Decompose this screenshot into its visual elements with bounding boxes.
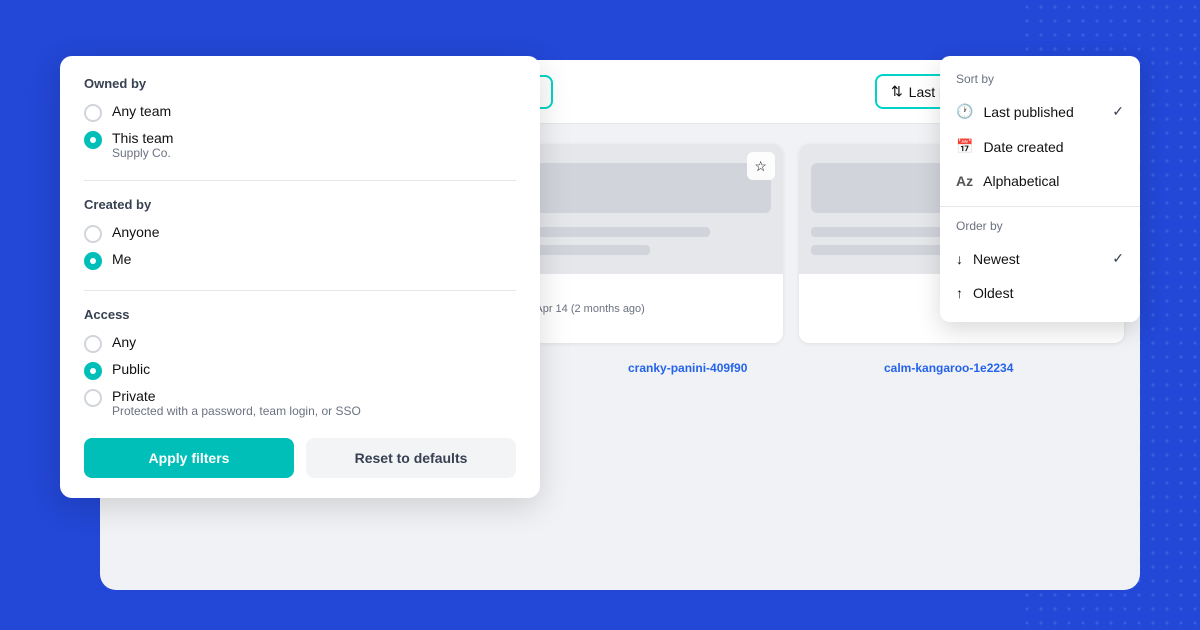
access-private-sublabel: Protected with a password, team login, o… [112, 404, 361, 418]
access-public-radio[interactable] [84, 362, 102, 380]
access-any-radio[interactable] [84, 335, 102, 353]
sort-desc-icon: ↓ [956, 251, 963, 267]
filter-panel: Owned by Any team This team Supply Co. C… [60, 56, 540, 498]
access-section: Access Any Public Private Protected with… [84, 307, 516, 418]
bottom-card-4: calm-kangaroo-1e2234 [884, 355, 1124, 381]
check-icon: ✓ [1112, 103, 1124, 120]
order-newest-item[interactable]: ↓ Newest ✓ [940, 241, 1140, 276]
me-radio[interactable] [84, 252, 102, 270]
me-label: Me [112, 251, 131, 267]
divider-2 [84, 290, 516, 291]
access-any-option[interactable]: Any [84, 334, 516, 353]
access-private-group: Private Protected with a password, team … [112, 388, 361, 418]
reset-defaults-button[interactable]: Reset to defaults [306, 438, 516, 478]
sort-date-created-label: Date created [983, 139, 1063, 155]
star-button-2[interactable]: ☆ [747, 152, 775, 180]
access-any-label: Any [112, 334, 136, 350]
order-oldest-label: Oldest [973, 285, 1013, 301]
access-private-radio[interactable] [84, 389, 102, 407]
anyone-radio[interactable] [84, 225, 102, 243]
access-public-option[interactable]: Public [84, 361, 516, 380]
this-team-sublabel: Supply Co. [112, 146, 173, 160]
anyone-label: Anyone [112, 224, 159, 240]
sort-last-published-item[interactable]: 🕐 Last published ✓ [940, 94, 1140, 129]
created-by-title: Created by [84, 197, 516, 212]
any-team-radio[interactable] [84, 104, 102, 122]
newest-check-icon: ✓ [1112, 250, 1124, 267]
apply-filters-button[interactable]: Apply filters [84, 438, 294, 478]
bottom-card-3: cranky-panini-409f90 [628, 355, 868, 381]
divider-1 [84, 180, 516, 181]
this-team-label-group: This team Supply Co. [112, 130, 173, 160]
bottom-card-3-title[interactable]: cranky-panini-409f90 [628, 355, 868, 381]
sort-alphabetical-item[interactable]: Az Alphabetical [940, 164, 1140, 198]
sort-asc-icon: ↑ [956, 285, 963, 301]
this-team-option[interactable]: This team Supply Co. [84, 130, 516, 160]
owned-by-section: Owned by Any team This team Supply Co. [84, 76, 516, 160]
sort-alphabetical-label: Alphabetical [983, 173, 1059, 189]
dropdown-divider [940, 206, 1140, 207]
order-newest-label: Newest [973, 251, 1020, 267]
anyone-option[interactable]: Anyone [84, 224, 516, 243]
this-team-radio[interactable] [84, 131, 102, 149]
order-oldest-item[interactable]: ↑ Oldest [940, 276, 1140, 310]
bottom-card-4-title[interactable]: calm-kangaroo-1e2234 [884, 355, 1124, 381]
calendar-icon: 📅 [956, 138, 973, 155]
sort-date-created-item[interactable]: 📅 Date created [940, 129, 1140, 164]
clock-icon: 🕐 [956, 103, 973, 120]
az-icon: Az [956, 173, 973, 189]
any-team-label: Any team [112, 103, 171, 119]
access-private-option[interactable]: Private Protected with a password, team … [84, 388, 516, 418]
me-option[interactable]: Me [84, 251, 516, 270]
filter-actions: Apply filters Reset to defaults [84, 438, 516, 478]
sort-icon: ⇅ [891, 83, 903, 100]
owned-by-title: Owned by [84, 76, 516, 91]
sort-last-published-label: Last published [983, 104, 1073, 120]
created-by-section: Created by Anyone Me [84, 197, 516, 270]
access-private-label: Private [112, 388, 361, 404]
sort-dropdown: Sort by 🕐 Last published ✓ 📅 Date create… [940, 56, 1140, 322]
sort-by-label: Sort by [940, 68, 1140, 94]
access-public-label: Public [112, 361, 150, 377]
any-team-option[interactable]: Any team [84, 103, 516, 122]
this-team-label: This team [112, 130, 173, 146]
access-title: Access [84, 307, 516, 322]
order-by-label: Order by [940, 215, 1140, 241]
